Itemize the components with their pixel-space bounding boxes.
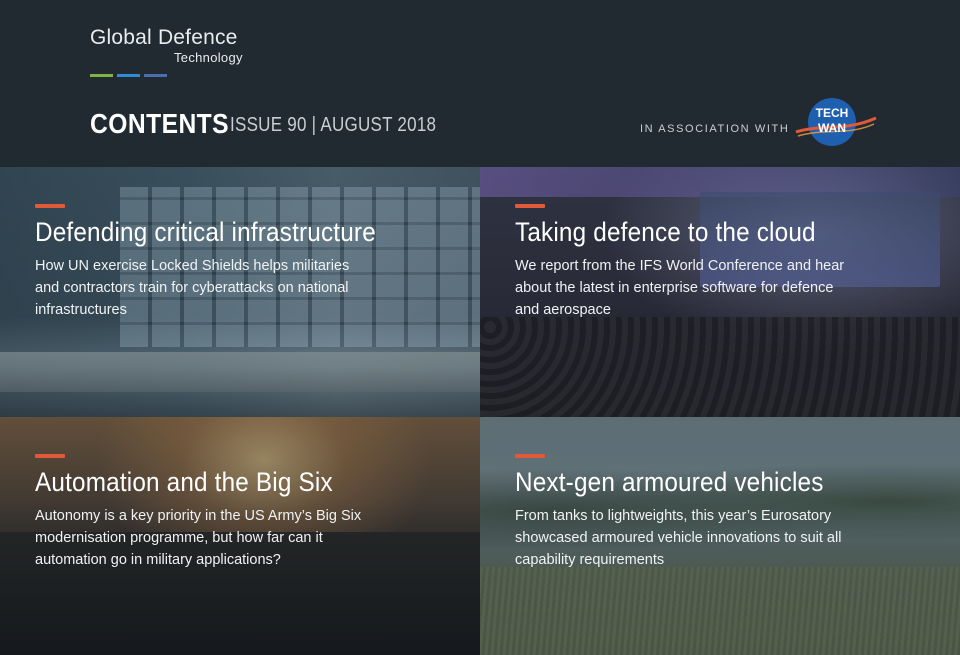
article-card-armoured-vehicles[interactable]: Next-gen armoured vehicles From tanks to… — [480, 417, 960, 655]
article-title[interactable]: Next-gen armoured vehicles — [515, 467, 824, 498]
logo-title: Global Defence — [90, 26, 238, 49]
article-description: How UN exercise Locked Shields helps mil… — [35, 258, 350, 318]
article-title[interactable]: Defending critical infrastructure — [35, 217, 376, 248]
header: Global Defence Technology CONTENTS ISSUE… — [0, 0, 960, 167]
article-title[interactable]: Automation and the Big Six — [35, 467, 333, 498]
page-title: CONTENTS — [90, 108, 230, 139]
techwan-logo-icon[interactable]: TECH WAN — [790, 96, 878, 148]
logo-bar-navy — [144, 74, 167, 77]
accent-bar — [35, 454, 65, 458]
logo-bar-green — [90, 74, 113, 77]
image-desk — [0, 352, 480, 392]
article-card-infrastructure[interactable]: Defending critical infrastructure How UN… — [0, 167, 480, 417]
accent-bar — [515, 454, 545, 458]
techwan-text-bottom: WAN — [818, 121, 846, 135]
article-description: Autonomy is a key priority in the US Arm… — [35, 508, 362, 568]
association-label: IN ASSOCIATION WITH — [640, 123, 790, 135]
issue-label: ISSUE 90 | AUGUST 2018 — [230, 114, 437, 136]
article-card-cloud[interactable]: Taking defence to the cloud We report fr… — [480, 167, 960, 417]
accent-bar — [515, 204, 545, 208]
techwan-text-top: TECH — [816, 106, 849, 120]
article-description: We report from the IFS World Conference … — [515, 258, 845, 318]
article-description: From tanks to lightweights, this year’s … — [515, 508, 842, 568]
article-title[interactable]: Taking defence to the cloud — [515, 217, 816, 248]
logo-color-bars — [90, 74, 167, 77]
image-crowd — [480, 317, 960, 417]
logo-bar-blue — [117, 74, 140, 77]
article-card-automation[interactable]: Automation and the Big Six Autonomy is a… — [0, 417, 480, 655]
logo-subtitle: Technology — [174, 50, 243, 65]
global-defence-technology-logo[interactable]: Global Defence Technology — [90, 26, 260, 77]
accent-bar — [35, 204, 65, 208]
